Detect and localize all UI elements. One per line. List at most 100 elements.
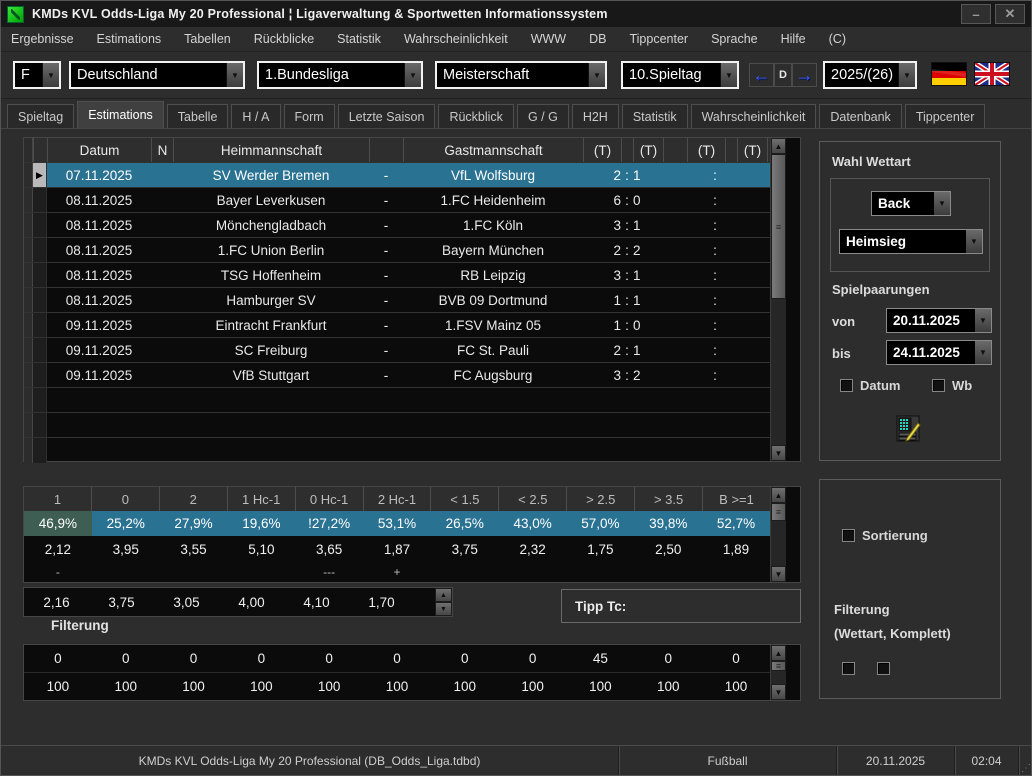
odds-spinner[interactable]: ▲ ▼ <box>435 588 452 616</box>
calculator-edit-icon[interactable] <box>894 414 924 444</box>
tab-rueckblick[interactable]: Rückblick <box>438 104 514 128</box>
season-combo[interactable]: 2025/(26) ▼ <box>823 61 917 89</box>
tab-statistik[interactable]: Statistik <box>622 104 688 128</box>
checkbox-icon[interactable] <box>840 379 853 392</box>
match-row[interactable]: 08.11.2025 Bayer Leverkusen - 1.FC Heide… <box>24 188 770 213</box>
minimize-button[interactable]: – <box>961 4 991 24</box>
filter-max-row[interactable]: 100 100 100 100 100 100 100 100 100 100 … <box>24 673 770 700</box>
chevron-down-icon[interactable]: ▼ <box>966 230 982 253</box>
odds-col-o35[interactable]: > 3.5 <box>634 487 702 511</box>
column-header-t1[interactable]: (T) <box>583 138 621 162</box>
tab-datenbank[interactable]: Datenbank <box>819 104 901 128</box>
close-button[interactable]: ✕ <box>995 4 1025 24</box>
chevron-down-icon[interactable]: ▼ <box>975 341 991 364</box>
flag-germany-icon[interactable] <box>931 62 967 86</box>
tab-estimations[interactable]: Estimations <box>77 101 164 128</box>
menu-tabellen[interactable]: Tabellen <box>184 32 231 46</box>
current-matchday-button[interactable]: D <box>774 63 792 87</box>
match-row[interactable]: 08.11.2025 Mönchengladbach - 1.FC Köln 3… <box>24 213 770 238</box>
odds-scrollbar[interactable]: ▲ ≡ ▼ <box>770 487 786 582</box>
checkbox-icon[interactable] <box>842 529 855 542</box>
menu-wahrscheinlichkeit[interactable]: Wahrscheinlichkeit <box>404 32 508 46</box>
scroll-down-icon[interactable]: ▼ <box>771 566 786 582</box>
menu-hilfe[interactable]: Hilfe <box>781 32 806 46</box>
filter-komplett-checkbox[interactable] <box>877 662 890 675</box>
tab-tabelle[interactable]: Tabelle <box>167 104 229 128</box>
von-date-combo[interactable]: 20.11.2025 ▼ <box>886 308 992 333</box>
spin-down-icon[interactable]: ▼ <box>435 602 452 616</box>
tab-g-g[interactable]: G / G <box>517 104 569 128</box>
tab-tippcenter[interactable]: Tippcenter <box>905 104 986 128</box>
menu-tippcenter[interactable]: Tippcenter <box>629 32 688 46</box>
tab-spieltag[interactable]: Spieltag <box>7 104 74 128</box>
match-row[interactable]: 09.11.2025 Eintracht Frankfurt - 1.FSV M… <box>24 313 770 338</box>
flag-uk-icon[interactable] <box>974 62 1010 86</box>
bis-date-combo[interactable]: 24.11.2025 ▼ <box>886 340 992 365</box>
column-header-t4[interactable]: (T) <box>737 138 767 162</box>
column-header-heimmannschaft[interactable]: Heimmannschaft <box>173 138 369 162</box>
chevron-down-icon[interactable]: ▼ <box>898 63 915 87</box>
checkbox-icon[interactable] <box>932 379 945 392</box>
odds-col-2hc[interactable]: 2 Hc-1 <box>363 487 431 511</box>
datum-checkbox[interactable]: Datum <box>840 378 900 393</box>
chevron-down-icon[interactable]: ▼ <box>226 63 243 87</box>
column-header-n[interactable]: N <box>151 138 173 162</box>
resize-grip-icon[interactable]: ⋰ <box>1019 746 1032 775</box>
match-row[interactable]: ▶ 07.11.2025 SV Werder Bremen - VfL Wolf… <box>24 163 770 188</box>
chevron-down-icon[interactable]: ▼ <box>42 63 59 87</box>
chevron-down-icon[interactable]: ▼ <box>720 63 737 87</box>
odds-col-2[interactable]: 2 <box>159 487 227 511</box>
scrollbar-thumb[interactable]: ≡ <box>771 503 786 521</box>
next-matchday-button[interactable]: → <box>792 63 817 87</box>
chevron-down-icon[interactable]: ▼ <box>975 309 991 332</box>
scroll-up-icon[interactable]: ▲ <box>771 645 786 661</box>
menu-db[interactable]: DB <box>589 32 606 46</box>
match-table-scrollbar[interactable]: ▲ ≡ ▼ <box>770 138 786 461</box>
sport-combo[interactable]: F ▼ <box>13 61 61 89</box>
tab-wahrscheinlichkeit[interactable]: Wahrscheinlichkeit <box>691 104 817 128</box>
odds-percent-row[interactable]: 46,9% 25,2% 27,9% 19,6% !27,2% 53,1% 26,… <box>24 511 770 536</box>
odds-col-1hc[interactable]: 1 Hc-1 <box>227 487 295 511</box>
odds-col-0hc[interactable]: 0 Hc-1 <box>295 487 363 511</box>
back-lay-combo[interactable]: Back ▼ <box>871 191 951 216</box>
column-header-gastmannschaft[interactable]: Gastmannschaft <box>403 138 583 162</box>
match-row[interactable]: 09.11.2025 VfB Stuttgart - FC Augsburg 3… <box>24 363 770 388</box>
tab-h2h[interactable]: H2H <box>572 104 619 128</box>
odds-quote-row[interactable]: 2,12 3,95 3,55 5,10 3,65 1,87 3,75 2,32 … <box>24 536 770 563</box>
filter-scrollbar[interactable]: ▲ ≡ ▼ <box>770 645 786 700</box>
tab-h-a[interactable]: H / A <box>231 104 280 128</box>
competition-combo[interactable]: Meisterschaft ▼ <box>435 61 607 89</box>
menu-statistik[interactable]: Statistik <box>337 32 381 46</box>
match-row[interactable]: 08.11.2025 TSG Hoffenheim - RB Leipzig 3… <box>24 263 770 288</box>
checkbox-icon[interactable] <box>877 662 890 675</box>
league-combo[interactable]: 1.Bundesliga ▼ <box>257 61 423 89</box>
tipp-tc-box[interactable]: Tipp Tc: <box>561 589 801 623</box>
menu-estimations[interactable]: Estimations <box>97 32 162 46</box>
scroll-up-icon[interactable]: ▲ <box>771 138 786 154</box>
filter-wettart-checkbox[interactable] <box>842 662 855 675</box>
odds-col-u25[interactable]: < 2.5 <box>498 487 566 511</box>
bet-type-combo[interactable]: Heimsieg ▼ <box>839 229 983 254</box>
odds-col-o25[interactable]: > 2.5 <box>566 487 634 511</box>
tab-form[interactable]: Form <box>284 104 335 128</box>
chevron-down-icon[interactable]: ▼ <box>588 63 605 87</box>
menu-rueckblicke[interactable]: Rückblicke <box>254 32 314 46</box>
column-header-t2[interactable]: (T) <box>633 138 663 162</box>
chevron-down-icon[interactable]: ▼ <box>404 63 421 87</box>
odds-col-b1[interactable]: B >=1 <box>702 487 770 511</box>
matchday-combo[interactable]: 10.Spieltag ▼ <box>621 61 739 89</box>
scroll-down-icon[interactable]: ▼ <box>771 684 786 700</box>
scroll-up-icon[interactable]: ▲ <box>771 487 786 503</box>
menu-ergebnisse[interactable]: Ergebnisse <box>11 32 74 46</box>
quick-odds-row[interactable]: 2,16 3,75 3,05 4,00 4,10 1,70 ▲ ▼ <box>23 587 453 617</box>
column-header-t3[interactable]: (T) <box>687 138 725 162</box>
scrollbar-thumb[interactable]: ≡ <box>771 154 786 299</box>
odds-col-0[interactable]: 0 <box>91 487 159 511</box>
match-row[interactable]: 08.11.2025 Hamburger SV - BVB 09 Dortmun… <box>24 288 770 313</box>
column-header-datum[interactable]: Datum <box>47 138 151 162</box>
chevron-down-icon[interactable]: ▼ <box>934 192 950 215</box>
prev-matchday-button[interactable]: ← <box>749 63 774 87</box>
sortierung-checkbox[interactable]: Sortierung <box>842 528 928 543</box>
odds-col-u15[interactable]: < 1.5 <box>430 487 498 511</box>
checkbox-icon[interactable] <box>842 662 855 675</box>
